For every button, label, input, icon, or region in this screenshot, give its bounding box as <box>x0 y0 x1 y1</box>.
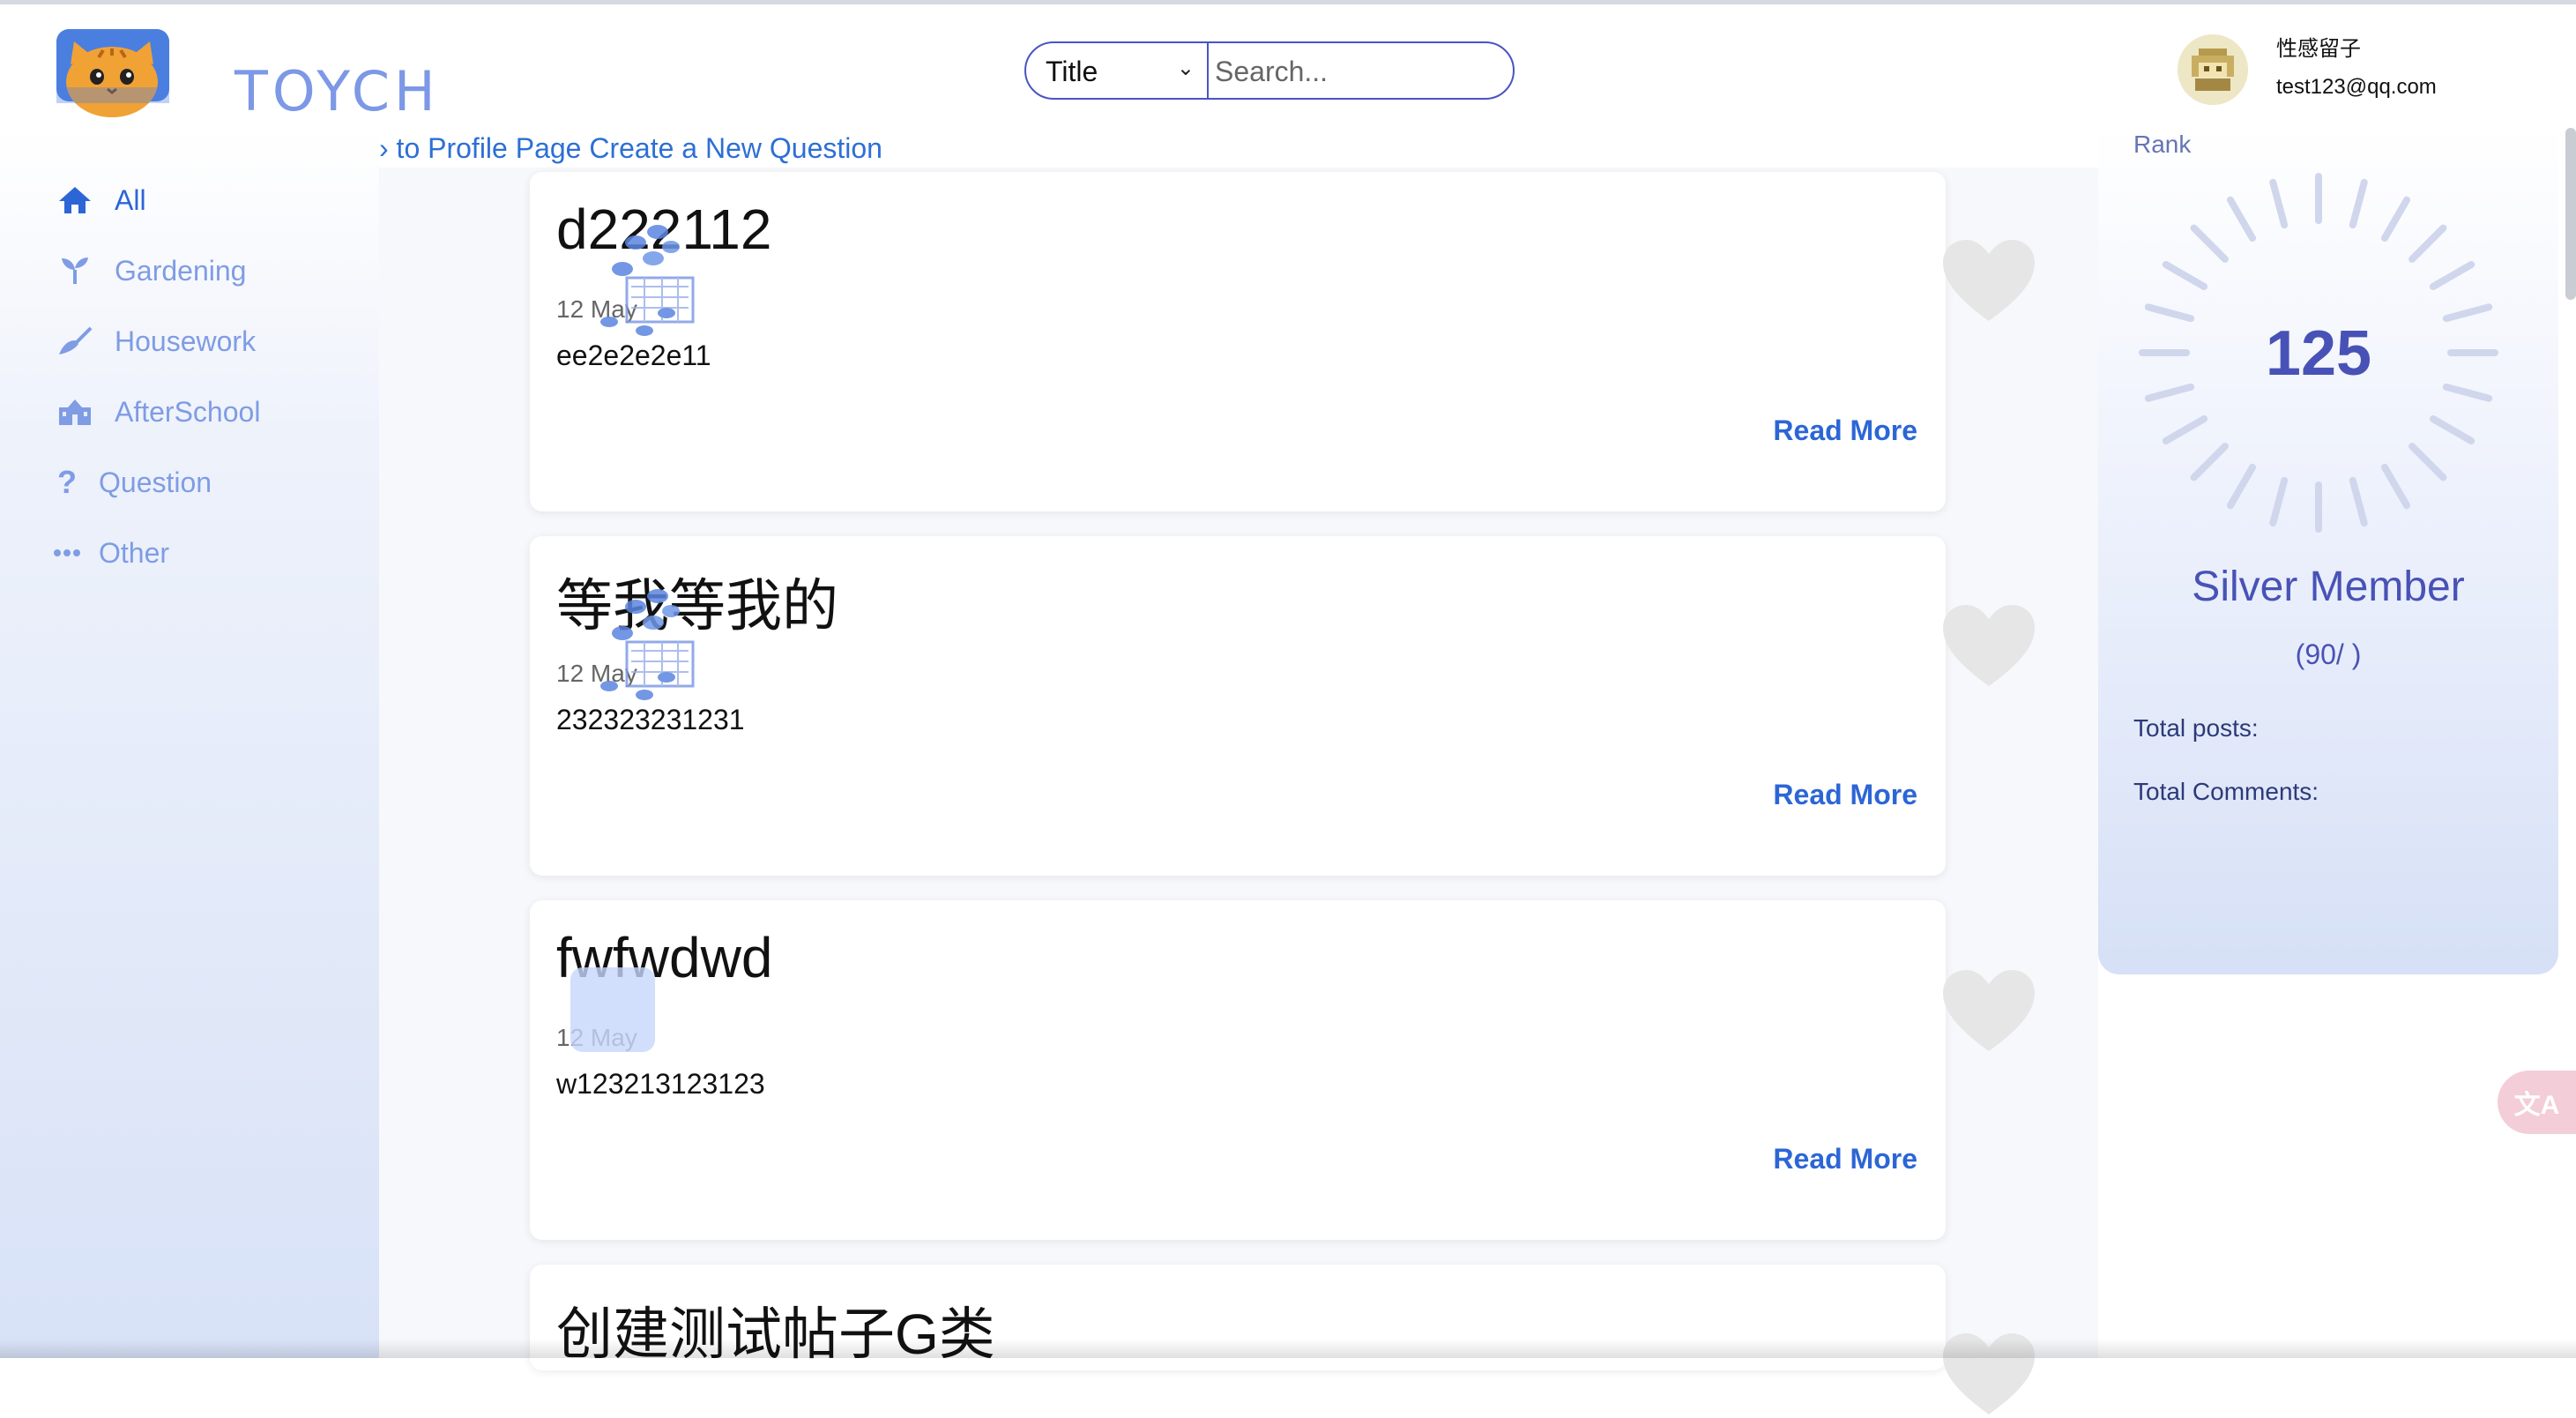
gauge-tick <box>2269 476 2289 527</box>
gauge-tick <box>2190 224 2229 263</box>
gauge-tick <box>2381 463 2410 510</box>
sidebar-item-label: Question <box>99 466 212 498</box>
rank-gauge: 125 <box>2133 168 2504 538</box>
gauge-tick <box>2429 261 2475 290</box>
rank-label: Rank <box>2133 131 2192 158</box>
question-icon: ? <box>57 464 77 500</box>
like-heart-icon[interactable] <box>1939 966 2038 1055</box>
gauge-tick <box>2162 415 2208 444</box>
sprout-icon <box>53 256 97 286</box>
gauge-tick <box>2269 178 2289 229</box>
plant-basket-icon <box>600 225 695 336</box>
post-title: 创建测试帖子G类 <box>556 1302 995 1366</box>
sidebar-item-question[interactable]: ? Question <box>53 460 212 504</box>
member-points: (90/ ) <box>2295 638 2362 670</box>
profile-page-link[interactable]: › to Profile Page <box>379 132 581 164</box>
image-placeholder <box>570 967 655 1052</box>
gauge-tick <box>2162 261 2208 290</box>
create-question-link[interactable]: Create a New Question <box>589 132 882 164</box>
scrollbar[interactable] <box>2565 128 2576 300</box>
post-card[interactable]: 等我等我的 12 May 232323231231 Read More <box>530 536 1946 876</box>
sidebar-item-label: AfterSchool <box>115 395 261 428</box>
gauge-tick <box>2190 443 2229 481</box>
sidebar-item-label: All <box>115 183 146 216</box>
header: TOYCH Title ⌄ 性感留子 test123@qq.com <box>0 4 2576 128</box>
like-heart-icon[interactable] <box>1939 236 2038 325</box>
gauge-tick <box>2408 224 2447 263</box>
sidebar-item-all[interactable]: All <box>53 178 146 222</box>
sidebar-item-housework[interactable]: Housework <box>53 319 256 363</box>
search-input[interactable] <box>1213 43 1499 100</box>
read-more-link[interactable]: Read More <box>1773 414 1917 447</box>
read-more-link[interactable]: Read More <box>1773 779 1917 811</box>
bottom-shadow <box>0 1339 2576 1358</box>
brand-name: TOYCH <box>235 59 440 123</box>
sidebar-item-label: Housework <box>115 325 257 357</box>
user-email: test123@qq.com <box>2276 75 2437 99</box>
broom-icon <box>53 326 97 356</box>
breadcrumb: › to Profile Page Create a New Question <box>379 132 882 165</box>
gauge-tick <box>2349 476 2368 527</box>
gauge-tick <box>2227 463 2256 510</box>
sidebar-item-afterschool[interactable]: AfterSchool <box>53 390 260 434</box>
pixel-avatar-icon <box>2178 34 2248 105</box>
gauge-tick <box>2381 196 2410 243</box>
sidebar-item-other[interactable]: Other <box>53 531 169 575</box>
sidebar-item-label: Gardening <box>115 254 247 287</box>
chevron-down-icon: ⌄ <box>1176 56 1195 80</box>
avatar[interactable] <box>2178 34 2248 105</box>
translate-button[interactable]: 文A <box>2498 1071 2576 1134</box>
select-value: Title <box>1046 56 1098 87</box>
search-bar: Title ⌄ <box>1024 41 1515 100</box>
sidebar-item-label: Other <box>99 536 170 569</box>
post-body: ee2e2e2e11 <box>556 340 711 371</box>
school-icon <box>53 397 97 427</box>
post-card[interactable]: d222112 12 May ee2e2e2e11 Read More <box>530 172 1946 511</box>
member-level: Silver Member <box>2192 563 2465 610</box>
total-comments-label: Total Comments: <box>2133 778 2319 805</box>
plant-basket-icon <box>600 589 695 700</box>
sidebar: All Gardening Housework AfterSchool ? Qu… <box>0 128 379 1358</box>
translate-icon: 文A <box>2513 1091 2560 1120</box>
gauge-tick <box>2349 178 2368 229</box>
search-field-select[interactable]: Title ⌄ <box>1026 43 1209 98</box>
post-body: w123213123123 <box>556 1068 765 1100</box>
post-card[interactable]: fwfwdwd 12 May w123213123123 Read More <box>530 900 1946 1240</box>
logo[interactable]: TOYCH <box>55 24 436 123</box>
more-icon <box>53 549 81 557</box>
rank-score: 125 <box>2265 318 2372 389</box>
total-posts-label: Total posts: <box>2133 714 2259 742</box>
post-body: 232323231231 <box>556 704 745 735</box>
like-heart-icon[interactable] <box>1939 601 2038 690</box>
rank-panel: Rank 125 Silver Member (90/ ) Total post… <box>2098 123 2558 974</box>
gauge-tick <box>2408 443 2447 481</box>
sidebar-item-gardening[interactable]: Gardening <box>53 249 246 293</box>
home-icon <box>53 185 97 215</box>
cat-logo-icon <box>56 29 169 117</box>
gauge-tick <box>2227 196 2256 243</box>
read-more-link[interactable]: Read More <box>1773 1143 1917 1175</box>
gauge-tick <box>2429 415 2475 444</box>
user-name: 性感留子 <box>2276 37 2361 61</box>
